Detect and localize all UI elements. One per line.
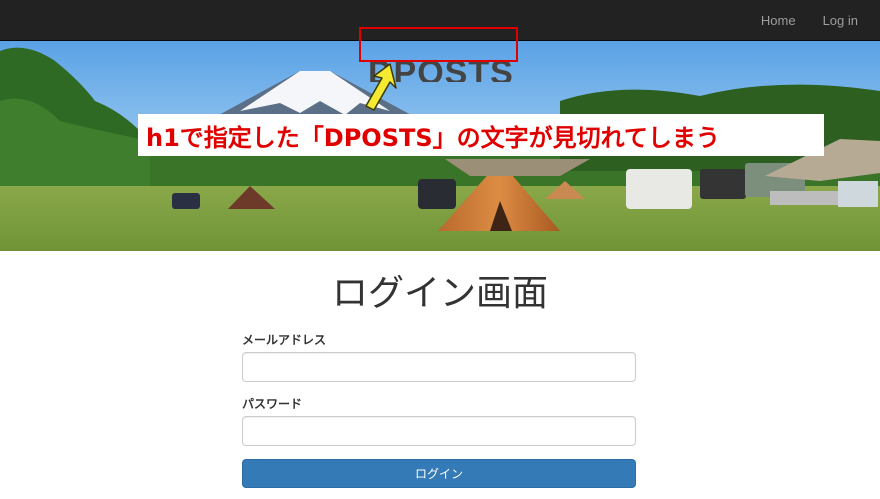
navbar-links: Home Log in <box>734 0 858 41</box>
annotation-callout: h1で指定した「DPOSTS」の文字が見切れてしまう <box>138 114 824 156</box>
nav-link-home[interactable]: Home <box>761 13 796 28</box>
email-field[interactable] <box>242 352 636 382</box>
arrow-icon <box>365 63 397 111</box>
page-title: ログイン画面 <box>331 273 548 314</box>
login-button[interactable]: ログイン <box>242 459 636 488</box>
password-field[interactable] <box>242 416 636 446</box>
email-label: メールアドレス <box>242 333 327 347</box>
password-label: パスワード <box>242 397 303 411</box>
nav-link-login[interactable]: Log in <box>823 13 858 28</box>
highlight-box <box>359 27 518 62</box>
